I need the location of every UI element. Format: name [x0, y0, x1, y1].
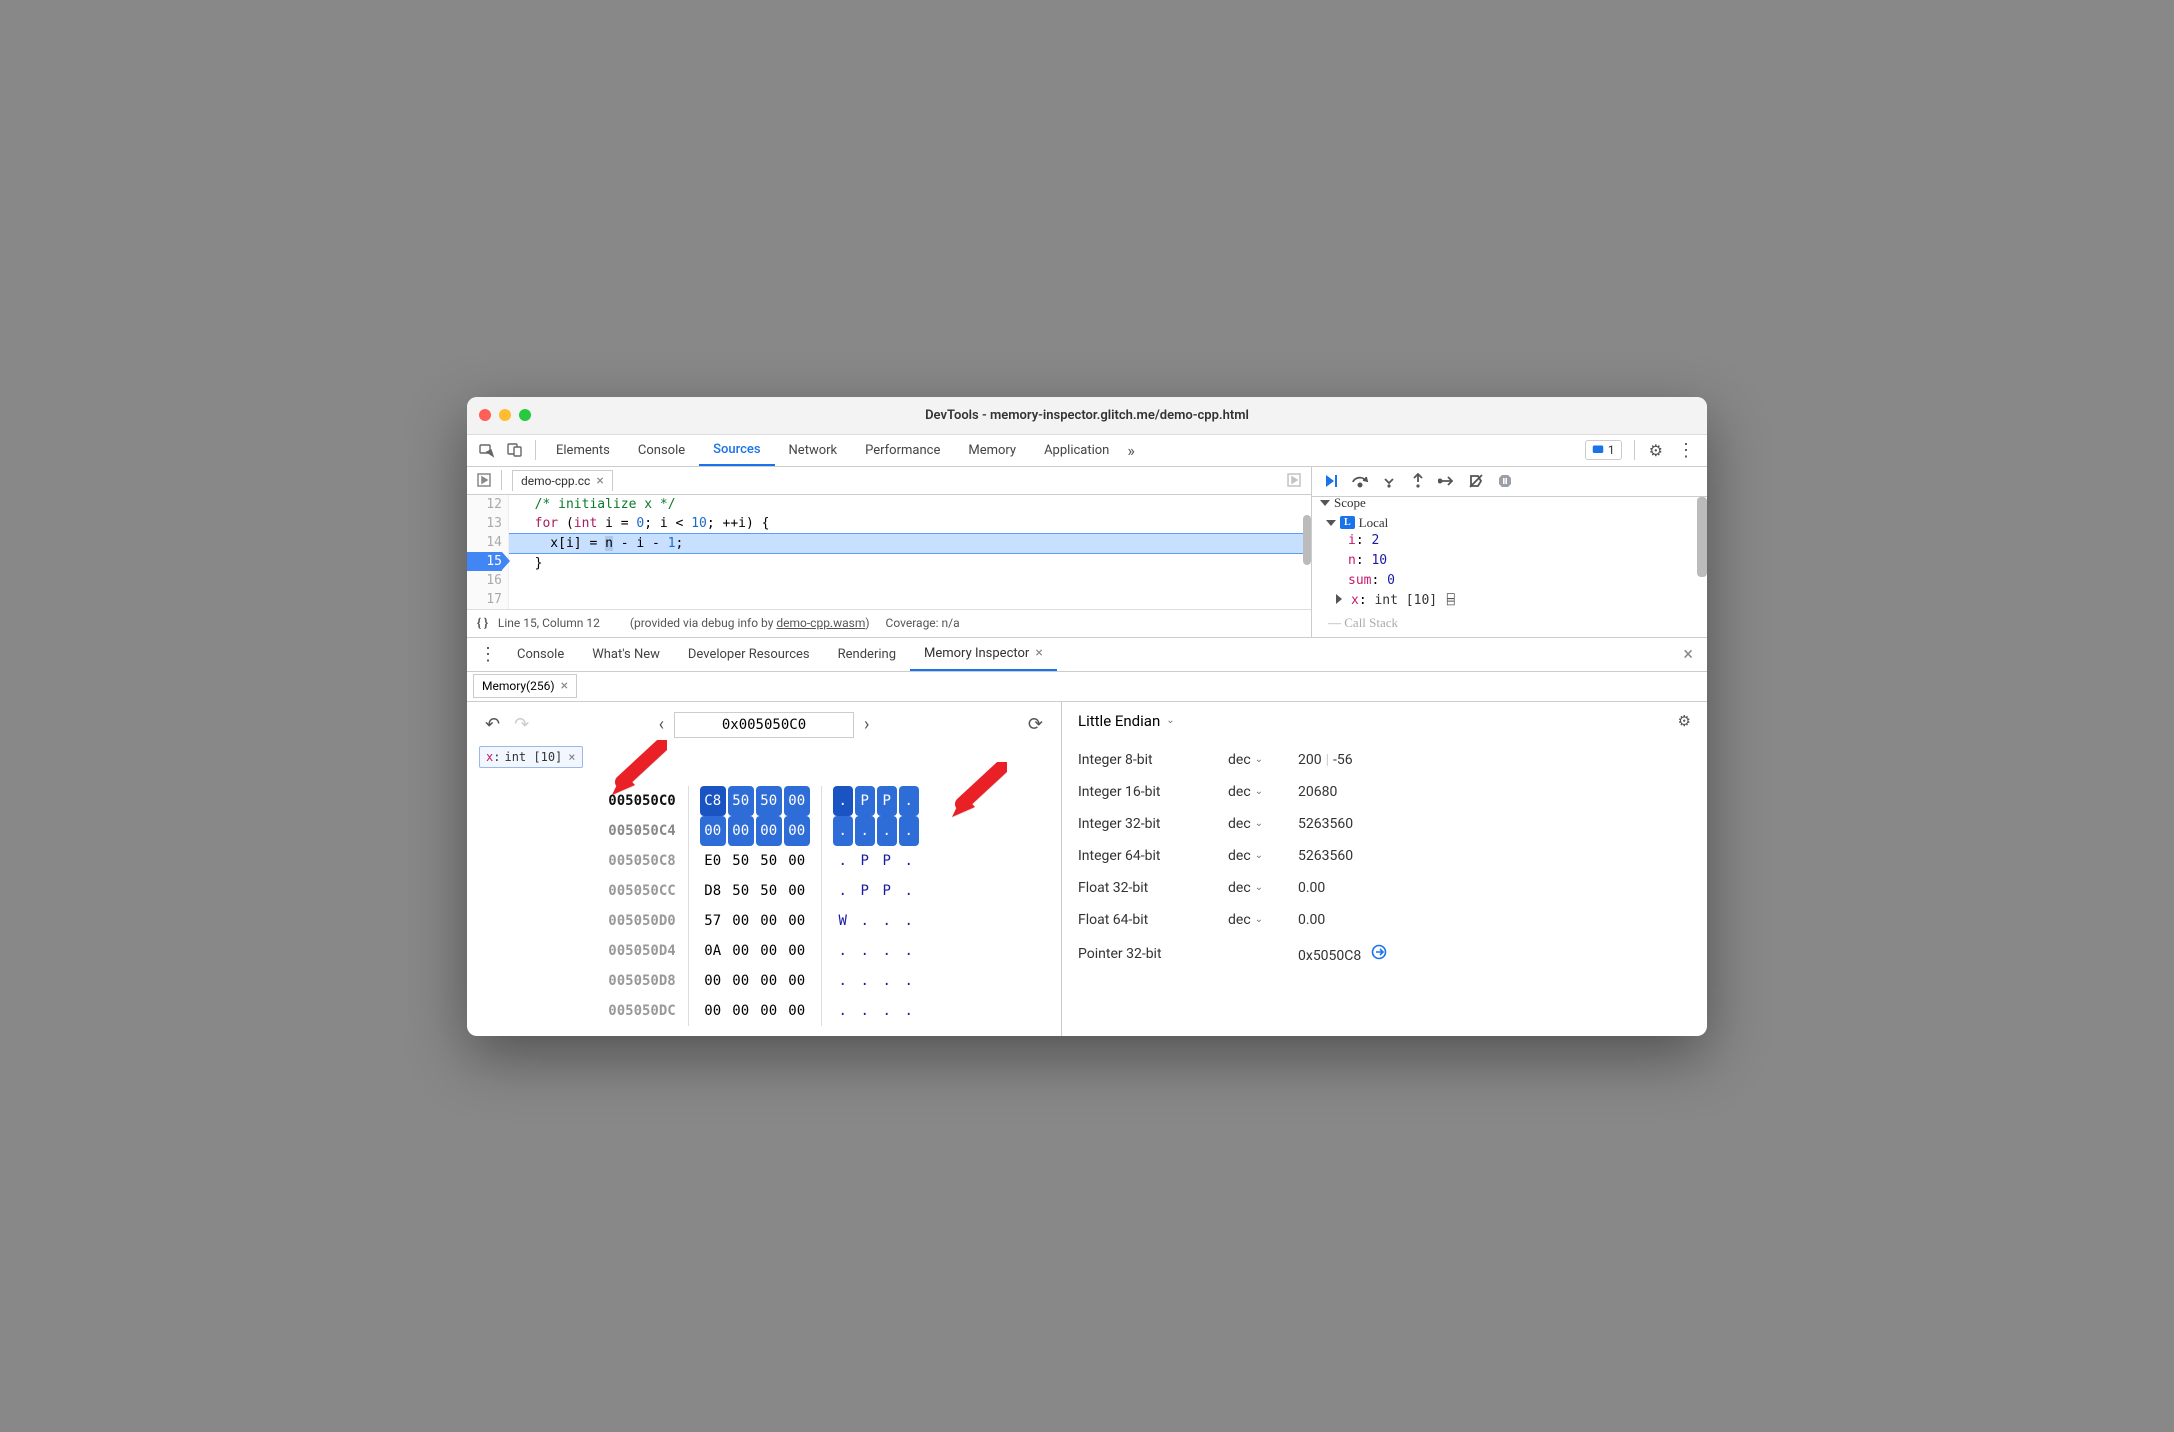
- redo-address-icon: ↷: [508, 714, 535, 735]
- value-row-integer-64-bit: Integer 64-bitdec ⌄5263560: [1078, 840, 1691, 872]
- more-tabs-chevron-icon[interactable]: »: [1127, 441, 1135, 460]
- zoom-window-button[interactable]: [519, 409, 531, 421]
- debug-provided-by: (provided via debug info by demo-cpp.was…: [630, 616, 870, 630]
- resume-button[interactable]: [1318, 468, 1344, 494]
- coverage-label: Coverage: n/a: [886, 616, 960, 630]
- debug-info-link[interactable]: demo-cpp.wasm: [776, 616, 865, 630]
- address-input[interactable]: [674, 712, 854, 738]
- drawer-tab-memory-inspector[interactable]: Memory Inspector ×: [910, 638, 1057, 671]
- messages-count: 1: [1608, 443, 1615, 457]
- scope-local-header[interactable]: L Local: [1320, 515, 1707, 531]
- close-drawer-icon[interactable]: ×: [1675, 644, 1701, 665]
- endian-selector[interactable]: Little Endian ⌄ ⚙: [1078, 712, 1691, 730]
- run-snippet-icon[interactable]: [1283, 473, 1305, 487]
- file-tab-name: demo-cpp.cc: [521, 474, 590, 488]
- value-row-float-64-bit: Float 64-bitdec ⌄0.00: [1078, 904, 1691, 936]
- object-chip[interactable]: x: int [10] ×: [479, 746, 583, 768]
- minimize-window-button[interactable]: [499, 409, 511, 421]
- drawer-tab-developer-resources[interactable]: Developer Resources: [674, 638, 824, 671]
- scope-var-x[interactable]: x: int [10] ⌸: [1320, 591, 1707, 611]
- code-line-16[interactable]: }: [509, 554, 1311, 573]
- code-line-15[interactable]: x[i] = n - i - 1;: [509, 533, 1311, 554]
- mode-select[interactable]: dec ⌄: [1228, 912, 1298, 928]
- refresh-memory-icon[interactable]: ⟳: [1022, 714, 1049, 735]
- follow-pointer-icon[interactable]: [1371, 945, 1387, 964]
- tab-network[interactable]: Network: [775, 435, 852, 466]
- scope-var-n[interactable]: n: 10: [1320, 551, 1707, 571]
- remove-chip-icon[interactable]: ×: [568, 750, 575, 764]
- drawer-menu-icon[interactable]: ⋮: [473, 644, 503, 665]
- step-out-button[interactable]: [1405, 468, 1431, 494]
- drawer-tab-what-s-new[interactable]: What's New: [578, 638, 674, 671]
- status-bar: { } Line 15, Column 12 (provided via deb…: [467, 609, 1311, 637]
- drawer-tab-rendering[interactable]: Rendering: [824, 638, 910, 671]
- window-title: DevTools - memory-inspector.glitch.me/de…: [467, 408, 1707, 423]
- tab-console[interactable]: Console: [624, 435, 699, 466]
- scope-var-sum[interactable]: sum: 0: [1320, 571, 1707, 591]
- devtools-window: DevTools - memory-inspector.glitch.me/de…: [467, 397, 1707, 1036]
- value-row-integer-16-bit: Integer 16-bitdec ⌄20680: [1078, 776, 1691, 808]
- tab-memory[interactable]: Memory: [954, 435, 1030, 466]
- tab-sources[interactable]: Sources: [699, 435, 774, 466]
- cursor-position: Line 15, Column 12: [498, 616, 600, 630]
- inspect-element-icon[interactable]: [473, 436, 501, 464]
- mode-select[interactable]: dec ⌄: [1228, 848, 1298, 864]
- tab-performance[interactable]: Performance: [851, 435, 954, 466]
- value-row-integer-32-bit: Integer 32-bitdec ⌄5263560: [1078, 808, 1691, 840]
- reveal-in-memory-icon[interactable]: ⌸: [1439, 593, 1455, 608]
- scope-var-i[interactable]: i: 2: [1320, 531, 1707, 551]
- kebab-menu-icon[interactable]: ⋮: [1671, 440, 1701, 461]
- main-tabs: ElementsConsoleSourcesNetworkPerformance…: [467, 435, 1707, 467]
- scope-panel: Scope L Local i: 2n: 10sum: 0 x: int [10…: [1312, 497, 1707, 627]
- step-button[interactable]: [1434, 468, 1460, 494]
- value-row-integer-8-bit: Integer 8-bitdec ⌄200|-56: [1078, 744, 1691, 776]
- tab-application[interactable]: Application: [1030, 435, 1123, 466]
- drawer-tab-console[interactable]: Console: [503, 638, 578, 671]
- code-line-14[interactable]: for (int i = 0; i < 10; ++i) {: [509, 514, 1311, 533]
- scope-header[interactable]: Scope: [1320, 497, 1707, 511]
- snippets-icon[interactable]: [473, 473, 495, 487]
- mode-select[interactable]: dec ⌄: [1228, 784, 1298, 800]
- callstack-header[interactable]: Call Stack: [1344, 615, 1398, 627]
- memory-inspector: ↶ ↷ ‹ › ⟳ x: int [10] × 005050C0005050C4…: [467, 702, 1707, 1036]
- pause-exceptions-button[interactable]: [1492, 468, 1518, 494]
- memory-inspector-tabbar: Memory(256) ×: [467, 672, 1707, 702]
- mode-select[interactable]: dec ⌄: [1228, 752, 1298, 768]
- undo-address-icon[interactable]: ↶: [479, 714, 506, 735]
- mode-select[interactable]: dec ⌄: [1228, 880, 1298, 896]
- value-row-float-32-bit: Float 32-bitdec ⌄0.00: [1078, 872, 1691, 904]
- traffic-lights: [479, 409, 531, 421]
- step-over-button[interactable]: [1347, 468, 1373, 494]
- close-memory-tab-icon[interactable]: ×: [561, 678, 568, 694]
- tab-elements[interactable]: Elements: [542, 435, 624, 466]
- code-editor[interactable]: 121314151617 /* initialize x */ for (int…: [467, 495, 1311, 609]
- value-settings-gear-icon[interactable]: ⚙: [1678, 712, 1691, 730]
- next-page-icon[interactable]: ›: [858, 714, 875, 735]
- deactivate-breakpoints-button[interactable]: [1463, 468, 1489, 494]
- memory-tab-label: Memory(256): [482, 679, 555, 693]
- messages-badge[interactable]: 1: [1585, 440, 1622, 460]
- drawer-tabs: ⋮ ConsoleWhat's NewDeveloper ResourcesRe…: [467, 638, 1707, 672]
- code-line-13[interactable]: /* initialize x */: [509, 495, 1311, 514]
- step-into-button[interactable]: [1376, 468, 1402, 494]
- value-row-pointer-32-bit: Pointer 32-bit0x5050C8: [1078, 936, 1691, 972]
- close-drawer-tab-icon[interactable]: ×: [1035, 645, 1042, 661]
- pretty-print-icon[interactable]: { }: [477, 616, 488, 630]
- hex-grid[interactable]: 005050C0005050C4005050C8005050CC005050D0…: [479, 786, 1049, 1026]
- close-window-button[interactable]: [479, 409, 491, 421]
- device-toggle-icon[interactable]: [501, 436, 529, 464]
- close-file-tab-icon[interactable]: ×: [596, 473, 603, 489]
- settings-gear-icon[interactable]: ⚙: [1643, 441, 1669, 460]
- mode-select[interactable]: dec ⌄: [1228, 816, 1298, 832]
- file-tab-demo-cpp[interactable]: demo-cpp.cc ×: [512, 470, 613, 491]
- memory-tab[interactable]: Memory(256) ×: [473, 674, 577, 698]
- titlebar: DevTools - memory-inspector.glitch.me/de…: [467, 397, 1707, 435]
- debugger-controls: [1312, 467, 1707, 497]
- file-tab-bar: demo-cpp.cc ×: [467, 467, 1311, 495]
- prev-page-icon[interactable]: ‹: [653, 714, 670, 735]
